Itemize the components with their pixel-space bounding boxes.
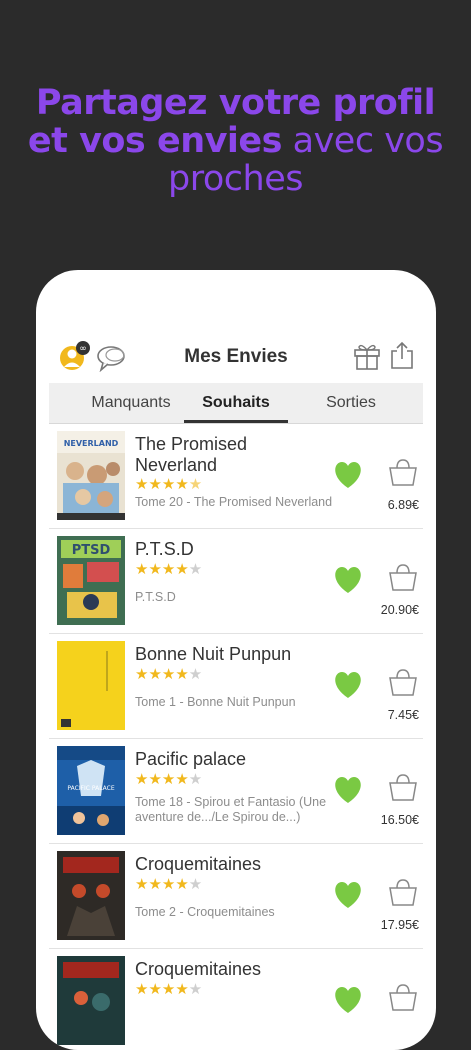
basket-icon[interactable] — [387, 561, 419, 593]
basket-icon[interactable] — [387, 456, 419, 488]
item-price: 20.90€ — [380, 603, 419, 617]
item-subtitle: P.T.S.D — [135, 590, 176, 604]
item-subtitle: Tome 2 - Croquemitaines — [135, 905, 275, 919]
tab-manquants[interactable]: Manquants — [75, 383, 187, 423]
item-subtitle: Tome 20 - The Promised Neverland — [135, 495, 333, 509]
basket-icon[interactable] — [387, 981, 419, 1013]
heart-icon[interactable] — [332, 880, 364, 910]
list-item[interactable]: NEVERLAND The Promised Neverland ★★★★★ T… — [49, 424, 423, 529]
heart-icon[interactable] — [332, 460, 364, 490]
svg-text:NEVERLAND: NEVERLAND — [64, 439, 119, 448]
tab-souhaits[interactable]: Souhaits — [184, 383, 288, 423]
list-item[interactable]: Bonne Nuit Punpun ★★★★★ Tome 1 - Bonne N… — [49, 634, 423, 739]
tab-bar: Manquants Souhaits Sorties — [49, 383, 423, 424]
item-title[interactable]: The Promised Neverland — [135, 434, 325, 476]
heart-icon[interactable] — [332, 565, 364, 595]
item-subtitle: Tome 1 - Bonne Nuit Punpun — [135, 695, 296, 709]
item-title[interactable]: Pacific palace — [135, 749, 325, 770]
item-subtitle: Tome 18 - Spirou et Fantasio (Une aventu… — [135, 795, 327, 824]
item-price: 17.95€ — [380, 918, 419, 932]
book-cover[interactable] — [57, 851, 125, 940]
book-cover[interactable]: PTSD — [57, 536, 125, 625]
basket-icon[interactable] — [387, 771, 419, 803]
headline-line-1: Partagez votre profil — [35, 83, 436, 123]
gift-icon[interactable] — [353, 341, 381, 371]
item-title[interactable]: Croquemitaines — [135, 959, 325, 980]
phone-screen: ∞ Mes Envies Manquants Souhaits Sorties — [36, 270, 436, 1050]
book-cover[interactable]: NEVERLAND — [57, 431, 125, 520]
app-header: ∞ Mes Envies — [36, 332, 436, 382]
headline-line-2-light: avec vos — [282, 121, 444, 161]
rating-stars: ★★★★★ — [135, 561, 203, 578]
book-cover[interactable] — [57, 956, 125, 1045]
heart-icon[interactable] — [332, 775, 364, 805]
list-item[interactable]: Croquemitaines ★★★★★ — [49, 949, 423, 1050]
heart-icon[interactable] — [332, 670, 364, 700]
headline-line-2-bold: et vos envies — [27, 121, 283, 161]
item-title[interactable]: P.T.S.D — [135, 539, 325, 560]
basket-icon[interactable] — [387, 876, 419, 908]
tab-sorties[interactable]: Sorties — [299, 383, 403, 423]
rating-stars: ★★★★★ — [135, 981, 203, 998]
svg-text:PTSD: PTSD — [72, 543, 111, 558]
share-icon[interactable] — [389, 340, 415, 370]
item-title[interactable]: Bonne Nuit Punpun — [135, 644, 325, 665]
item-price: 16.50€ — [380, 813, 419, 827]
book-cover[interactable]: PACIFIC PALACE — [57, 746, 125, 835]
headline-line-3: proches — [168, 159, 303, 199]
rating-stars: ★★★★★ — [135, 476, 203, 493]
list-item[interactable]: PTSD P.T.S.D ★★★★★ P.T.S.D 20.90€ — [49, 529, 423, 634]
rating-stars: ★★★★★ — [135, 771, 203, 788]
list-item[interactable]: PACIFIC PALACE Pacific palace ★★★★★ Tome… — [49, 739, 423, 844]
rating-stars: ★★★★★ — [135, 666, 203, 683]
item-price: 7.45€ — [387, 708, 419, 722]
basket-icon[interactable] — [387, 666, 419, 698]
wishlist: NEVERLAND The Promised Neverland ★★★★★ T… — [49, 424, 423, 1050]
svg-text:PACIFIC PALACE: PACIFIC PALACE — [67, 785, 115, 792]
rating-stars: ★★★★★ — [135, 876, 203, 893]
list-item[interactable]: Croquemitaines ★★★★★ Tome 2 - Croquemita… — [49, 844, 423, 949]
headline-line-2: et vos envies avec vos — [0, 122, 471, 160]
promo-headline: Partagez votre profil et vos envies avec… — [0, 84, 471, 198]
heart-icon[interactable] — [332, 985, 364, 1015]
item-title[interactable]: Croquemitaines — [135, 854, 325, 875]
item-price: 6.89€ — [387, 498, 419, 512]
book-cover[interactable] — [57, 641, 125, 730]
